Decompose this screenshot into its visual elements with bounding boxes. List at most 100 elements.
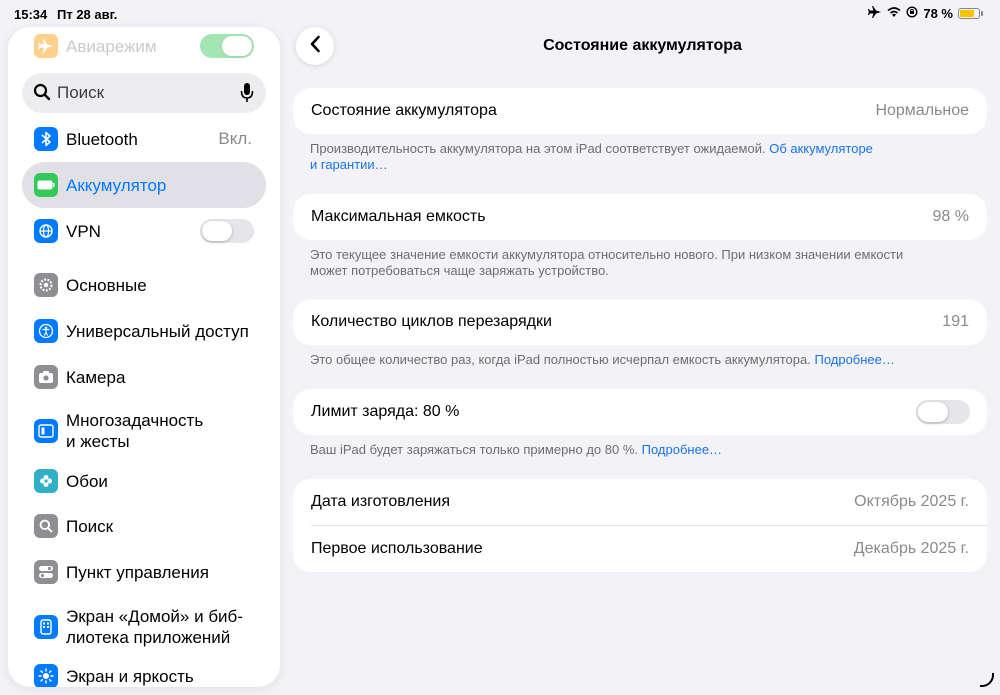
search-field[interactable]: Поиск	[22, 73, 266, 113]
first-use-row: Первое использование Декабрь 2025 г.	[293, 526, 987, 572]
chevron-left-icon	[309, 35, 321, 58]
sidebar-item-label: Авиарежим	[66, 36, 157, 56]
switches-icon	[34, 560, 58, 584]
status-date: Пт 28 авг.	[57, 7, 118, 22]
battery-percent: 78 %	[923, 6, 953, 21]
battery-warranty-link[interactable]: Об аккумуляторе	[769, 141, 873, 156]
battery-health-row: Состояние аккумулятора Нормальное	[293, 88, 987, 134]
airplane-icon	[34, 34, 58, 58]
sidebar-item-label: Универсальный доступ	[66, 321, 249, 341]
max-capacity-card: Максимальная емкость 98 %	[293, 194, 987, 240]
footnote-text: Это общее количество раз, когда iPad пол…	[310, 352, 811, 367]
max-capacity-footnote: Это текущее значение емкости аккумулятор…	[310, 247, 960, 279]
cycle-count-label: Количество циклов перезарядки	[311, 313, 552, 330]
battery-fill	[960, 10, 975, 17]
battery-health-value: Нормальное	[875, 102, 969, 119]
sidebar-item-accessibility[interactable]: Универсальный доступ	[22, 308, 266, 354]
cycle-count-value: 191	[942, 313, 969, 330]
sidebar-item-label: Bluetooth	[66, 129, 138, 149]
lock-rotation-icon	[906, 6, 918, 21]
sidebar-item-camera[interactable]: Камера	[22, 354, 266, 400]
sidebar-item-label-line2: и жесты	[66, 432, 130, 451]
sidebar-item-home-screen[interactable]: Экран «Домой» и биб- лиотека приложений	[22, 600, 266, 654]
sidebar-item-multitasking[interactable]: Многозадачность и жесты	[22, 404, 266, 458]
microphone-icon[interactable]	[240, 82, 254, 104]
back-button[interactable]	[296, 27, 334, 65]
vpn-toggle[interactable]	[200, 219, 254, 243]
charge-limit-card: Лимит заряда: 80 %	[293, 389, 987, 435]
sidebar-item-general[interactable]: Основные	[22, 262, 266, 308]
sidebar-item-airplane[interactable]: Авиарежим	[22, 27, 266, 69]
sidebar-item-display[interactable]: Экран и яркость	[22, 653, 266, 687]
sidebar-item-bluetooth[interactable]: Bluetooth Вкл.	[22, 116, 266, 162]
corner-indicator	[980, 673, 994, 687]
sun-icon	[34, 664, 58, 687]
max-capacity-value: 98 %	[932, 208, 969, 225]
sidebar-item-control-center[interactable]: Пункт управления	[22, 549, 266, 595]
sidebar-item-label: Многозадачность и жесты	[66, 410, 203, 452]
multitasking-icon	[34, 419, 58, 443]
sidebar-item-label: Экран «Домой» и биб- лиотека приложений	[66, 606, 243, 648]
footnote-text: Ваш iPad будет заряжаться только примерн…	[310, 442, 638, 457]
footnote-line2: может потребоваться чаще заряжать устрой…	[310, 263, 609, 278]
first-use-label: Первое использование	[311, 540, 483, 557]
sidebar-item-label: Аккумулятор	[66, 175, 167, 195]
sidebar: Авиарежим Поиск Bluetooth Вкл. Аккумулят…	[8, 27, 280, 687]
bluetooth-status: Вкл.	[218, 129, 252, 148]
globe-icon	[34, 219, 58, 243]
battery-warranty-link-cont[interactable]: и гарантии…	[310, 157, 388, 172]
status-bar: 15:34 Пт 28 авг. 78 %	[0, 0, 1000, 28]
max-capacity-row: Максимальная емкость 98 %	[293, 194, 987, 240]
max-capacity-label: Максимальная емкость	[311, 208, 486, 225]
search-placeholder: Поиск	[57, 83, 105, 102]
footnote-line1: Это текущее значение емкости аккумулятор…	[310, 247, 904, 262]
battery-health-card: Состояние аккумулятора Нормальное	[293, 88, 987, 134]
manufacture-date-label: Дата изготовления	[311, 493, 451, 510]
charge-limit-row[interactable]: Лимит заряда: 80 %	[293, 389, 987, 435]
sidebar-item-label-line1: Экран «Домой» и биб-	[66, 607, 243, 626]
sidebar-item-battery[interactable]: Аккумулятор	[22, 162, 266, 208]
sidebar-item-label: VPN	[66, 221, 101, 241]
charge-limit-toggle[interactable]	[916, 400, 970, 424]
airplane-toggle[interactable]	[200, 34, 254, 58]
airplane-icon	[868, 6, 882, 21]
cycle-count-row: Количество циклов перезарядки 191	[293, 299, 987, 345]
search-icon	[33, 83, 51, 101]
toggle-knob	[202, 221, 232, 241]
more-info-link[interactable]: Подробнее…	[642, 442, 722, 457]
sidebar-item-vpn[interactable]: VPN	[22, 208, 266, 254]
camera-icon	[34, 365, 58, 389]
cycle-count-footnote: Это общее количество раз, когда iPad пол…	[310, 352, 960, 368]
gear-icon	[34, 273, 58, 297]
sidebar-item-label: Пункт управления	[66, 562, 209, 582]
sidebar-item-search[interactable]: Поиск	[22, 503, 266, 549]
battery-health-label: Состояние аккумулятора	[311, 102, 497, 119]
charge-limit-footnote: Ваш iPad будет заряжаться только примерн…	[310, 442, 960, 458]
bluetooth-icon	[34, 127, 58, 151]
toggle-knob	[918, 402, 948, 422]
more-info-link[interactable]: Подробнее…	[814, 352, 894, 367]
manufacture-date-row: Дата изготовления Октябрь 2025 г.	[293, 479, 987, 525]
battery-health-footnote: Производительность аккумулятора на этом …	[310, 141, 960, 173]
sidebar-item-label: Камера	[66, 367, 126, 387]
sidebar-item-label: Обои	[66, 471, 108, 491]
accessibility-icon	[34, 319, 58, 343]
charge-limit-label: Лимит заряда: 80 %	[311, 403, 460, 420]
footnote-text: Производительность аккумулятора на этом …	[310, 141, 766, 156]
dates-card: Дата изготовления Октябрь 2025 г. Первое…	[293, 479, 987, 572]
home-screen-icon	[34, 615, 58, 639]
battery-icon	[958, 8, 983, 19]
sidebar-item-wallpaper[interactable]: Обои	[22, 458, 266, 504]
cycle-count-card: Количество циклов перезарядки 191	[293, 299, 987, 345]
toggle-knob	[222, 36, 252, 56]
sidebar-item-label-line1: Многозадачность	[66, 411, 204, 430]
status-time: 15:34	[14, 7, 48, 22]
first-use-value: Декабрь 2025 г.	[853, 540, 969, 557]
status-indicators: 78 %	[868, 6, 983, 21]
flower-icon	[34, 469, 58, 493]
battery-icon	[34, 173, 58, 197]
wifi-icon	[887, 6, 901, 21]
search-icon	[34, 514, 58, 538]
sidebar-item-label: Поиск	[66, 516, 114, 536]
sidebar-item-label-line2: лиотека приложений	[66, 628, 231, 647]
